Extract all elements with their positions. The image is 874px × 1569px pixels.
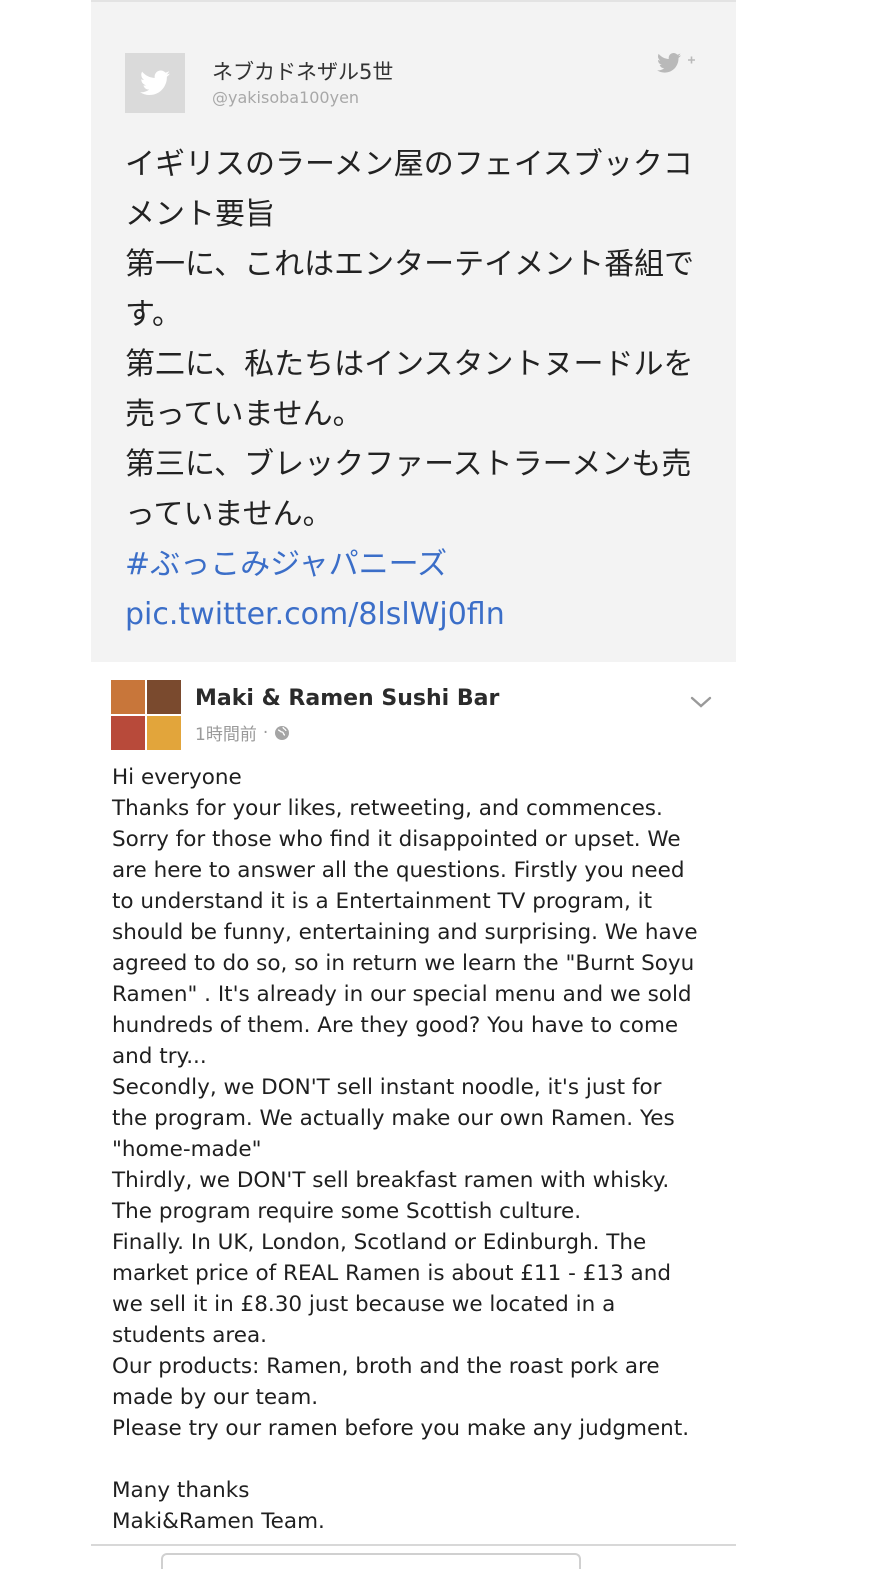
comment-box-partial[interactable] bbox=[161, 1553, 581, 1569]
post-body-line: "home-made" bbox=[112, 1137, 262, 1162]
post-body-line: Sorry for those who find it disappointed… bbox=[112, 827, 681, 852]
post-body-line: Many thanks bbox=[112, 1478, 250, 1503]
tweet-text-line: っていません。 bbox=[125, 497, 333, 532]
post-body-line: Our products: Ramen, broth and the roast… bbox=[112, 1354, 660, 1379]
post-body-line: hundreds of them. Are they good? You hav… bbox=[112, 1013, 679, 1038]
post-body-line: the program. We actually make our own Ra… bbox=[112, 1106, 675, 1131]
tweet-text: イギリスのラーメン屋のフェイスブックコ メント要旨 第一に、これはエンターテイメ… bbox=[125, 140, 705, 640]
tweet-avatar[interactable] bbox=[125, 53, 185, 113]
post-body-line: Secondly, we DON'T sell instant noodle, … bbox=[112, 1075, 662, 1100]
tweet-hashtag-link[interactable]: #ぶっこみジャパニーズ bbox=[125, 540, 705, 590]
post-body-line: Finally. In UK, London, Scotland or Edin… bbox=[112, 1230, 647, 1255]
post-body-line: Maki&Ramen Team. bbox=[112, 1509, 325, 1534]
chevron-down-icon[interactable] bbox=[689, 694, 713, 710]
post-body-line: students area. bbox=[112, 1323, 268, 1348]
tweet-text-line: す。 bbox=[125, 297, 182, 332]
tweet-author-name[interactable]: ネブカドネザル5世 bbox=[212, 56, 393, 86]
tweet-media-link[interactable]: pic.twitter.com/8lslWj0fln bbox=[125, 590, 705, 640]
post-body-line: market price of REAL Ramen is about £11 … bbox=[112, 1261, 672, 1286]
twitter-bird-icon bbox=[140, 70, 170, 95]
tweet-text-line: 第三に、ブレックファーストラーメンも売 bbox=[125, 447, 692, 482]
tweet-text-line: イギリスのラーメン屋のフェイスブックコ bbox=[125, 147, 693, 182]
post-meta: 1時間前 · bbox=[195, 720, 290, 745]
post-body-line: Please try our ramen before you make any… bbox=[112, 1416, 690, 1441]
post-body-line: and try... bbox=[112, 1044, 207, 1069]
post-body-line: The program require some Scottish cultur… bbox=[112, 1199, 582, 1224]
page-avatar[interactable] bbox=[111, 680, 181, 750]
post-body: Hi everyone Thanks for your likes, retwe… bbox=[112, 762, 722, 1537]
facebook-post: Maki & Ramen Sushi Bar 1時間前 · Hi everyon… bbox=[91, 662, 736, 1569]
post-body-line bbox=[112, 1444, 722, 1475]
post-divider bbox=[91, 1544, 736, 1546]
tweet-author-handle[interactable]: @yakisoba100yen bbox=[212, 88, 359, 107]
post-body-line: agreed to do so, so in return we learn t… bbox=[112, 951, 695, 976]
twitter-follow-icon[interactable] bbox=[657, 50, 701, 78]
post-body-line: Ramen" . It's already in our special men… bbox=[112, 982, 692, 1007]
tweet-text-line: 売っていません。 bbox=[125, 397, 363, 432]
tweet-text-line: 第二に、私たちはインスタントヌードルを bbox=[125, 347, 694, 382]
post-body-line: are here to answer all the questions. Fi… bbox=[112, 858, 685, 883]
embedded-tweet: ネブカドネザル5世 @yakisoba100yen イギリスのラーメン屋のフェイ… bbox=[91, 0, 736, 664]
post-body-line: Thanks for your likes, retweeting, and c… bbox=[112, 796, 663, 821]
post-body-line: should be funny, entertaining and surpri… bbox=[112, 920, 698, 945]
post-body-line: we sell it in £8.30 just because we loca… bbox=[112, 1292, 616, 1317]
post-body-line: to understand it is a Entertainment TV p… bbox=[112, 889, 653, 914]
tweet-text-line: メント要旨 bbox=[125, 197, 275, 232]
post-body-line: Hi everyone bbox=[112, 765, 242, 790]
post-body-line: made by our team. bbox=[112, 1385, 319, 1410]
page-name-link[interactable]: Maki & Ramen Sushi Bar bbox=[195, 686, 499, 711]
post-body-line: Thirdly, we DON'T sell breakfast ramen w… bbox=[112, 1168, 670, 1193]
tweet-text-line: 第一に、これはエンターテイメント番組で bbox=[125, 247, 695, 282]
meta-separator: · bbox=[262, 722, 269, 743]
globe-icon bbox=[275, 725, 290, 740]
post-timestamp[interactable]: 1時間前 bbox=[195, 720, 257, 745]
